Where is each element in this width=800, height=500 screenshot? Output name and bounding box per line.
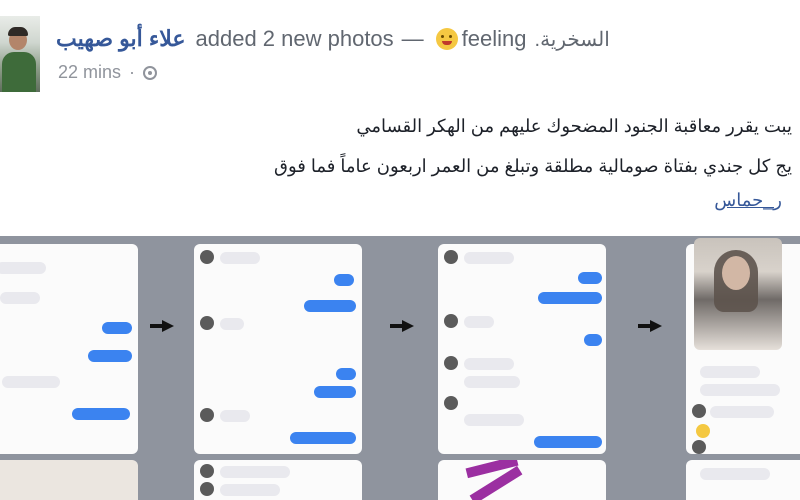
- chat-screenshot-7[interactable]: [438, 460, 606, 500]
- chat-bubble: [336, 368, 356, 380]
- feeling-emoji-icon: [435, 28, 458, 50]
- chat-avatar-dot: [200, 316, 214, 330]
- chat-bubble: [220, 318, 244, 330]
- chat-avatar-dot: [200, 250, 214, 264]
- chat-bubble: [334, 274, 354, 286]
- chat-bubble: [88, 350, 132, 362]
- chat-bubble: [538, 292, 602, 304]
- chat-bubble: [290, 432, 356, 444]
- post-meta: 22 mins ·: [58, 62, 158, 83]
- post-text-line-1: يبت يقرر معاقبة الجنود المضحوك عليهم من …: [356, 116, 792, 136]
- chat-avatar-dot: [200, 408, 214, 422]
- chat-bubble: [0, 262, 46, 274]
- chat-bubble: [464, 376, 520, 388]
- post-text-line-2: يج كل جندي بفتاة صومالية مطلقة وتبلغ من …: [274, 156, 792, 176]
- chat-bubble: [464, 358, 514, 370]
- chat-avatar-dot: [692, 440, 706, 454]
- meta-dot: ·: [129, 62, 136, 82]
- chat-screenshot-8[interactable]: [686, 460, 800, 500]
- chat-bubble: [578, 272, 602, 284]
- chat-bubble: [700, 366, 760, 378]
- globe-icon[interactable]: [143, 65, 158, 80]
- avatar-hair: [8, 27, 28, 36]
- chat-avatar-dot: [444, 314, 458, 328]
- right-arrow-icon: [638, 320, 662, 332]
- chat-avatar-dot: [692, 404, 706, 418]
- chat-screenshot-5[interactable]: [0, 460, 138, 500]
- photo-grid[interactable]: [0, 236, 800, 500]
- chat-bubble: [464, 414, 524, 426]
- chat-bubble: [220, 484, 280, 496]
- post-header: علاء أبو صهيب added 2 new photos — feeli…: [56, 26, 610, 52]
- chat-bubble: [102, 322, 132, 334]
- brand-logo: [465, 460, 556, 500]
- post-timestamp-link[interactable]: 22 mins: [58, 62, 121, 83]
- chat-bubble: [220, 252, 260, 264]
- chat-bubble: [700, 468, 770, 480]
- chat-bubble: [584, 334, 602, 346]
- feeling-value: السخرية.: [534, 28, 610, 51]
- profile-photo-in-screenshot: [694, 238, 782, 350]
- header-separator: —: [401, 26, 424, 51]
- chat-bubble: [220, 410, 250, 422]
- author-avatar[interactable]: [0, 16, 40, 92]
- avatar-shirt: [2, 52, 36, 92]
- chat-bubble: [220, 466, 290, 478]
- right-arrow-icon: [390, 320, 414, 332]
- chat-bubble: [710, 406, 774, 418]
- chat-bubble: [464, 252, 514, 264]
- chat-avatar-dot: [444, 250, 458, 264]
- right-arrow-icon: [150, 320, 174, 332]
- chat-screenshot-3[interactable]: [438, 244, 606, 454]
- hashtag-link[interactable]: ر_حماس: [714, 190, 782, 211]
- post-action: added 2 new photos: [195, 26, 394, 51]
- photo-face: [722, 256, 750, 290]
- chat-avatar-dot: [444, 356, 458, 370]
- chat-screenshot-1[interactable]: [0, 244, 138, 454]
- chat-bubble: [700, 384, 780, 396]
- chat-screenshot-6[interactable]: [194, 460, 362, 500]
- chat-screenshot-2[interactable]: [194, 244, 362, 454]
- chat-avatar-dot: [200, 464, 214, 478]
- chat-bubble: [0, 292, 40, 304]
- chat-bubble: [534, 436, 602, 448]
- chat-avatar-dot: [444, 396, 458, 410]
- chat-bubble: [72, 408, 130, 420]
- chat-avatar-dot: [200, 482, 214, 496]
- chat-bubble: [2, 376, 60, 388]
- chat-bubble: [314, 386, 356, 398]
- feeling-prefix: feeling: [461, 26, 527, 51]
- emoji-icon: [696, 424, 710, 438]
- author-name-link[interactable]: علاء أبو صهيب: [56, 26, 186, 52]
- chat-bubble: [464, 316, 494, 328]
- chat-bubble: [304, 300, 356, 312]
